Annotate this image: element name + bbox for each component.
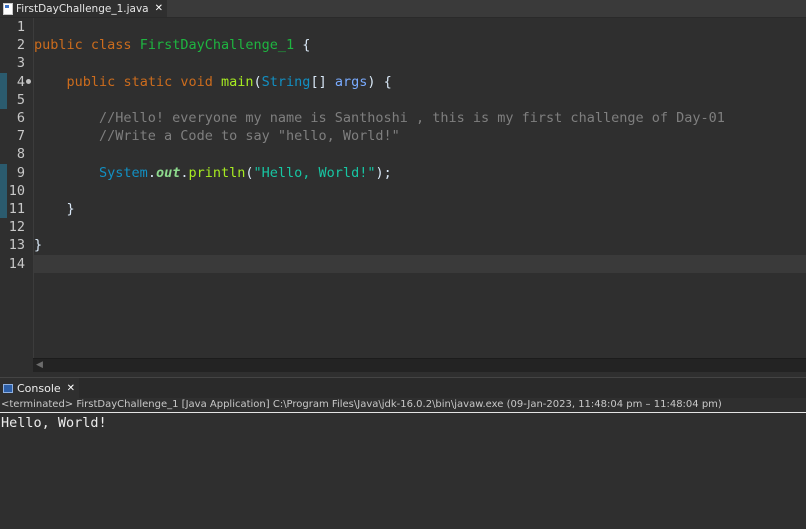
code-line-2: public class FirstDayChallenge_1 {	[34, 36, 806, 54]
console-tab[interactable]: Console ✕	[0, 378, 80, 398]
horizontal-scrollbar[interactable]: ◀	[33, 358, 806, 372]
console-status-text: <terminated> FirstDayChallenge_1 [Java A…	[0, 398, 806, 413]
code-line-11: }	[34, 200, 806, 218]
keyword: public	[66, 73, 116, 90]
console-icon	[3, 383, 13, 393]
scroll-left-icon[interactable]: ◀	[36, 360, 43, 370]
line-number: 4	[16, 73, 25, 90]
keyword: class	[90, 37, 132, 54]
line-number: 5	[16, 91, 25, 108]
line-number: 1	[16, 19, 25, 35]
keyword: public	[34, 37, 83, 54]
editor-tab-bar: FirstDayChallenge_1.java ✕	[0, 0, 806, 18]
code-line-4: public static void main(String[] args) {	[34, 73, 806, 91]
line-number: 13	[8, 237, 25, 254]
brace: }	[66, 201, 75, 217]
method-call: println	[188, 164, 246, 181]
string-literal: "Hello, World!"	[253, 164, 376, 181]
line-number: 6	[16, 110, 25, 126]
code-area[interactable]: public class FirstDayChallenge_1 { publi…	[34, 18, 806, 358]
line-number: 3	[16, 55, 25, 72]
output-line: Hello, World!	[1, 415, 107, 431]
paren-semicolon: );	[375, 164, 392, 181]
type-name: String	[261, 73, 311, 90]
line-number: 10	[8, 182, 25, 199]
line-number: 8	[16, 146, 25, 163]
fold-marker-icon[interactable]	[26, 79, 31, 84]
line-number: 9	[16, 164, 25, 181]
dot: .	[147, 164, 156, 181]
brace: }	[34, 237, 43, 254]
line-number: 2	[16, 37, 25, 54]
paren-brace: ) {	[367, 73, 392, 90]
console-tab-label: Console	[17, 381, 61, 395]
parameter: args	[334, 73, 368, 90]
close-icon[interactable]: ✕	[67, 383, 75, 394]
console-output[interactable]: Hello, World!	[0, 414, 806, 529]
line-number: 12	[8, 219, 25, 236]
static-field: out	[155, 164, 181, 181]
code-line-6: //Hello! everyone my name is Santhoshi ,…	[34, 109, 806, 127]
paren: (	[245, 164, 254, 181]
code-line-9: System.out.println("Hello, World!");	[34, 164, 806, 182]
keyword: static	[123, 73, 173, 90]
code-line-13: }	[34, 236, 806, 254]
brace: {	[294, 37, 311, 54]
editor-tab-label: FirstDayChallenge_1.java	[16, 2, 149, 15]
comment: //Hello! everyone my name is Santhoshi ,…	[99, 110, 725, 126]
console-tab-bar: Console ✕	[0, 377, 806, 398]
array-brackets: []	[310, 73, 335, 90]
code-editor[interactable]: 1 2 3 4 5 6 7 8 9 10 11 12 13 14 public …	[0, 18, 806, 358]
paren: (	[253, 73, 262, 90]
line-number: 7	[16, 128, 25, 145]
class-name: FirstDayChallenge_1	[139, 37, 295, 54]
class-reference: System	[99, 164, 148, 181]
comment: //Write a Code to say "hello, World!"	[99, 128, 400, 145]
line-number-gutter: 1 2 3 4 5 6 7 8 9 10 11 12 13 14	[0, 18, 34, 358]
close-icon[interactable]: ✕	[155, 3, 163, 14]
java-file-icon	[3, 2, 13, 15]
line-number: 14	[8, 255, 25, 272]
current-line-highlight[interactable]	[34, 254, 806, 273]
method-name: main	[221, 73, 254, 90]
line-number: 11	[8, 201, 25, 217]
keyword: void	[180, 73, 213, 90]
code-line-7: //Write a Code to say "hello, World!"	[34, 127, 806, 145]
editor-tab-firstdaychallenge[interactable]: FirstDayChallenge_1.java ✕	[0, 0, 167, 17]
